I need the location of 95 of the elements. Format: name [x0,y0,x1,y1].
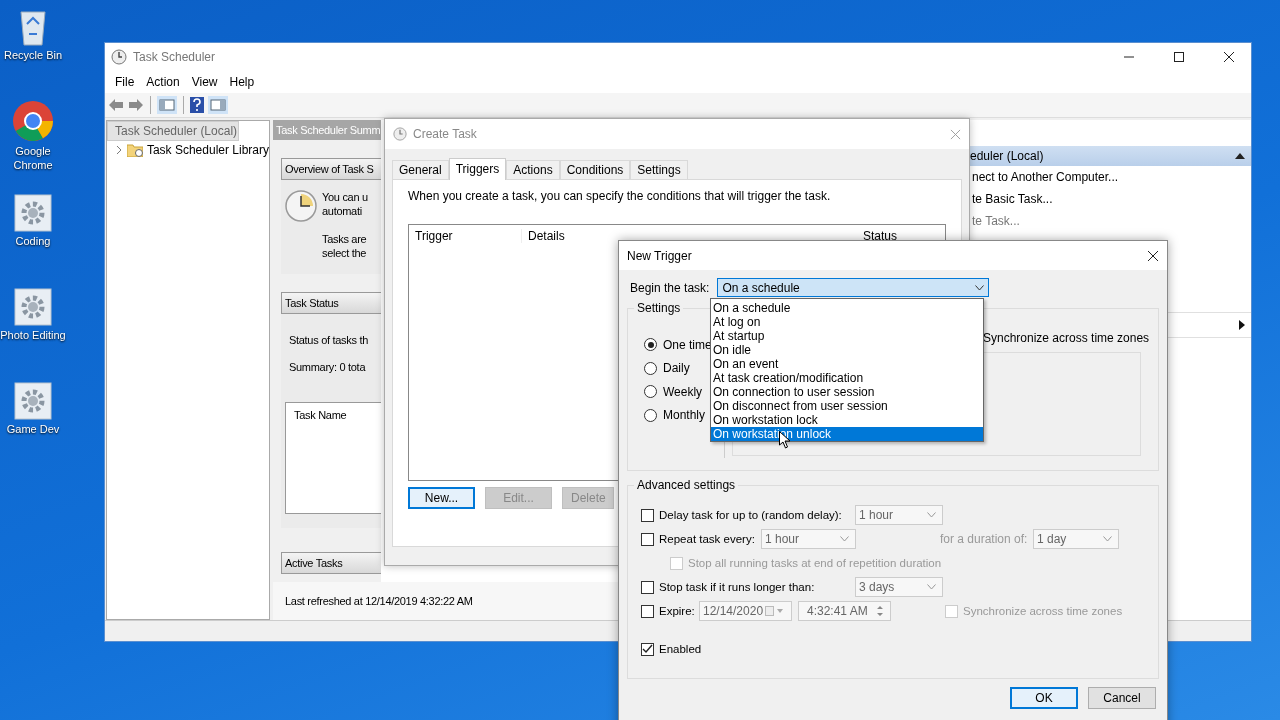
gear-file-icon[interactable] [14,194,52,232]
dropdown-field[interactable]: On a schedule [717,278,990,297]
field-label: for a duration of: [940,532,1029,546]
column-header[interactable]: Trigger [409,229,522,243]
dialog-button[interactable]: OK [1010,687,1078,709]
window-title: Task Scheduler [133,50,216,64]
clock-icon [285,190,317,222]
dropdown-option[interactable]: At task creation/modification [711,371,983,385]
checkbox[interactable] [641,508,654,522]
back-arrow-icon[interactable] [108,98,124,112]
tab[interactable]: Conditions [559,160,631,179]
checkbox[interactable] [641,532,654,546]
tree-item[interactable]: Task Scheduler Library [107,141,269,158]
desktop-icon-label[interactable]: Google Chrome [0,144,66,172]
collapse-caret-icon[interactable] [1235,153,1245,159]
pane-icon[interactable] [157,96,177,114]
checkbox-label[interactable]: Delay task for up to (random delay): [659,509,855,521]
dialog-title: New Trigger [627,248,692,263]
tab[interactable]: General [392,160,449,179]
section-header[interactable]: Task Status [281,292,381,314]
tab[interactable]: Actions [506,160,560,179]
gear-file-icon[interactable] [14,382,52,420]
column-header: Task Name [294,409,347,421]
dropdown-option[interactable]: On an event [711,357,983,371]
checkbox[interactable] [641,580,654,594]
checkbox-label[interactable]: Stop task if it runs longer than: [659,581,855,593]
field-label: Begin the task: [630,280,710,295]
pane-header: Task Scheduler Summ [273,120,381,140]
desktop-icon-label[interactable]: Game Dev [0,422,66,436]
clock-icon [393,127,407,141]
dialog-title: Create Task [413,127,477,141]
menu-item[interactable]: Action [140,75,186,89]
section-header[interactable]: Overview of Task S [281,158,381,180]
desktop-icon-label[interactable]: Coding [0,234,66,248]
dropdown-option[interactable]: On connection to user session [711,385,983,399]
tree-item[interactable]: Task Scheduler (Local) [107,121,239,141]
overview-text: automati [322,204,363,218]
group-label: Settings [634,301,684,315]
group-label: Advanced settings [634,478,739,492]
checkbox[interactable] [641,642,654,656]
time-field[interactable]: 4:32:41 AM [798,601,891,621]
desktop-icon-label[interactable]: Recycle Bin [0,48,66,62]
radio-button[interactable] [644,361,657,375]
browser-icon[interactable] [12,100,54,142]
checkbox[interactable] [641,604,654,618]
clock-icon [111,49,127,65]
dropdown-option[interactable]: At log on [711,315,983,329]
checkbox-label[interactable]: Repeat task every: [659,533,761,545]
column-header[interactable]: Details [522,229,857,243]
dialog-button[interactable]: Cancel [1088,687,1156,709]
overview-text: You can u [322,190,368,204]
status-text: Status of tasks th [289,334,369,346]
desktop-icon-label[interactable]: Photo Editing [0,328,66,342]
maximize-icon[interactable] [1173,51,1185,63]
checkbox-label[interactable]: Synchronize across time zones [983,331,1150,345]
tab[interactable]: Settings [630,160,688,179]
menu-item[interactable]: View [185,75,224,89]
radio-button[interactable] [644,385,657,399]
overview-text: select the [322,246,368,260]
radio-label[interactable]: Daily [663,361,690,376]
checkbox-label[interactable]: Enabled [659,643,702,655]
dropdown-chevron-icon[interactable] [975,284,985,291]
section-header[interactable]: Active Tasks [281,552,381,574]
submenu-arrow-icon[interactable] [1239,320,1245,330]
forward-arrow-icon[interactable] [128,98,144,112]
dropdown-option[interactable]: On workstation lock [711,413,983,427]
dropdown-option[interactable]: On disconnect from user session [711,399,983,413]
menu-item[interactable]: File [109,75,141,89]
dropdown-field[interactable]: 1 hour [761,529,856,549]
summary-text: Summary: 0 tota [289,361,367,373]
checkbox-label[interactable]: Expire: [659,605,699,617]
overview-text: Tasks are [322,232,368,246]
gear-file-icon[interactable] [14,288,52,326]
dropdown-field[interactable]: 1 hour [855,505,943,525]
menu-item[interactable]: Help [223,75,261,89]
radio-button[interactable] [644,408,657,422]
tab[interactable]: Triggers [448,158,507,180]
last-refreshed-text: Last refreshed at 12/14/2019 4:32:22 AM [285,595,473,607]
help-icon[interactable] [190,97,204,113]
radio-button[interactable] [644,338,657,352]
date-field[interactable]: 12/14/2020 [699,601,792,621]
dropdown-option[interactable]: At startup [711,329,983,343]
dropdown-field[interactable]: 3 days [855,577,943,597]
spinner-icon[interactable] [876,604,884,618]
dialog-button[interactable]: New... [408,487,475,509]
close-icon[interactable] [1223,51,1235,63]
folder-icon [127,142,143,157]
close-icon[interactable] [1147,249,1159,262]
radio-label[interactable]: Weekly [663,384,703,399]
radio-label[interactable]: Monthly [663,408,706,423]
description-text: When you create a task, you can specify the conditions that will trigger the task. [408,189,832,203]
expand-chevron-icon[interactable] [115,144,123,155]
dropdown-option[interactable]: On idle [711,343,983,357]
dropdown-option[interactable]: On a schedule [711,301,983,315]
dropdown-field[interactable]: 1 day [1033,529,1119,549]
